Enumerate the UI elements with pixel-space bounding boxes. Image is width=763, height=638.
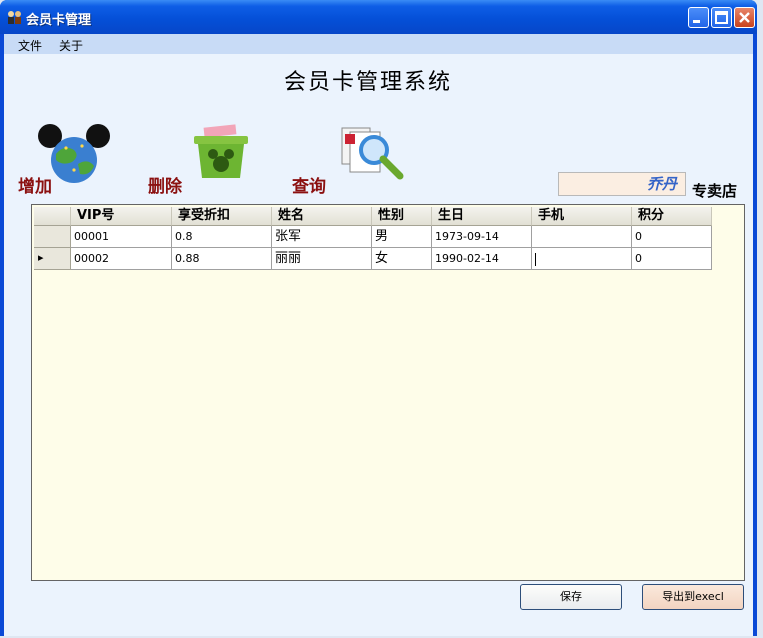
app-icon <box>6 9 24 25</box>
menu-about[interactable]: 关于 <box>59 37 83 54</box>
magnifier-icon[interactable] <box>338 124 410 186</box>
maximize-icon <box>715 11 728 24</box>
menu-file[interactable]: 文件 <box>18 37 42 54</box>
cell-gender[interactable]: 女 <box>372 248 432 270</box>
column-header-birthday[interactable]: 生日 <box>432 207 532 226</box>
store-name-field[interactable]: 乔丹 <box>558 172 686 196</box>
close-button[interactable] <box>734 7 755 28</box>
cell-name[interactable]: 张军 <box>272 226 372 248</box>
title-bar[interactable]: 会员卡管理 <box>0 0 757 34</box>
export-excel-button[interactable]: 导出到execl <box>642 584 744 610</box>
row-header-current[interactable]: ▸ <box>34 248 71 270</box>
member-data-grid[interactable]: VIP号 享受折扣 姓名 性别 生日 手机 积分 00001 0.8 张军 男 … <box>31 204 745 581</box>
cell-vip[interactable]: 00002 <box>71 248 172 270</box>
query-button[interactable]: 查询 <box>292 172 326 197</box>
column-header-points[interactable]: 积分 <box>632 207 712 226</box>
add-button[interactable]: 增加 <box>18 172 52 197</box>
current-row-arrow-icon: ▸ <box>38 251 44 264</box>
cell-vip[interactable]: 00001 <box>71 226 172 248</box>
minimize-button[interactable] <box>688 7 709 28</box>
client-area: 文件 关于 会员卡管理系统 增加 删除 查询 乔丹 专卖店 VIP号 享受折扣 … <box>4 34 753 636</box>
cell-birthday[interactable]: 1973-09-14 <box>432 226 532 248</box>
row-header[interactable] <box>34 226 71 248</box>
cell-discount[interactable]: 0.88 <box>172 248 272 270</box>
page-title: 会员卡管理系统 <box>284 70 453 95</box>
save-button[interactable]: 保存 <box>520 584 622 610</box>
text-cursor <box>535 252 536 266</box>
cell-points[interactable]: 0 <box>632 248 712 270</box>
cell-name[interactable]: 丽丽 <box>272 248 372 270</box>
minimize-icon <box>693 20 700 23</box>
column-header-name[interactable]: 姓名 <box>272 207 372 226</box>
column-header-gender[interactable]: 性别 <box>372 207 432 226</box>
column-header-phone[interactable]: 手机 <box>532 207 632 226</box>
cell-points[interactable]: 0 <box>632 226 712 248</box>
cell-birthday[interactable]: 1990-02-14 <box>432 248 532 270</box>
column-header-discount[interactable]: 享受折扣 <box>172 207 272 226</box>
menu-bar: 文件 关于 <box>4 34 753 54</box>
grid-corner-header <box>34 207 71 226</box>
cell-phone-editing[interactable] <box>532 248 632 270</box>
app-window: 会员卡管理 文件 关于 会员卡管理系统 增加 删除 查询 乔丹 专卖店 VIP号… <box>0 0 757 636</box>
cell-phone[interactable] <box>532 226 632 248</box>
column-header-vip[interactable]: VIP号 <box>71 207 172 226</box>
cell-gender[interactable]: 男 <box>372 226 432 248</box>
trash-bin-icon[interactable] <box>190 124 252 184</box>
maximize-button[interactable] <box>711 7 732 28</box>
store-suffix-label: 专卖店 <box>692 182 738 200</box>
delete-button[interactable]: 删除 <box>148 172 182 197</box>
close-icon <box>739 12 750 23</box>
window-title: 会员卡管理 <box>26 13 92 28</box>
cell-discount[interactable]: 0.8 <box>172 226 272 248</box>
